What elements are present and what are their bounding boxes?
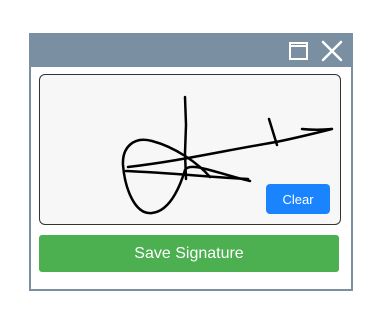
maximize-icon[interactable]	[287, 39, 311, 63]
save-signature-button[interactable]: Save Signature	[39, 235, 339, 272]
title-bar	[31, 35, 351, 67]
signature-stroke-underline	[126, 127, 334, 169]
clear-button[interactable]: Clear	[266, 184, 330, 214]
signature-stroke-vertical	[183, 95, 188, 181]
signature-window: Clear Save Signature	[29, 33, 353, 291]
signature-pad[interactable]: Clear	[39, 74, 341, 225]
close-icon[interactable]	[320, 39, 344, 63]
signature-stroke-tick	[267, 117, 279, 147]
